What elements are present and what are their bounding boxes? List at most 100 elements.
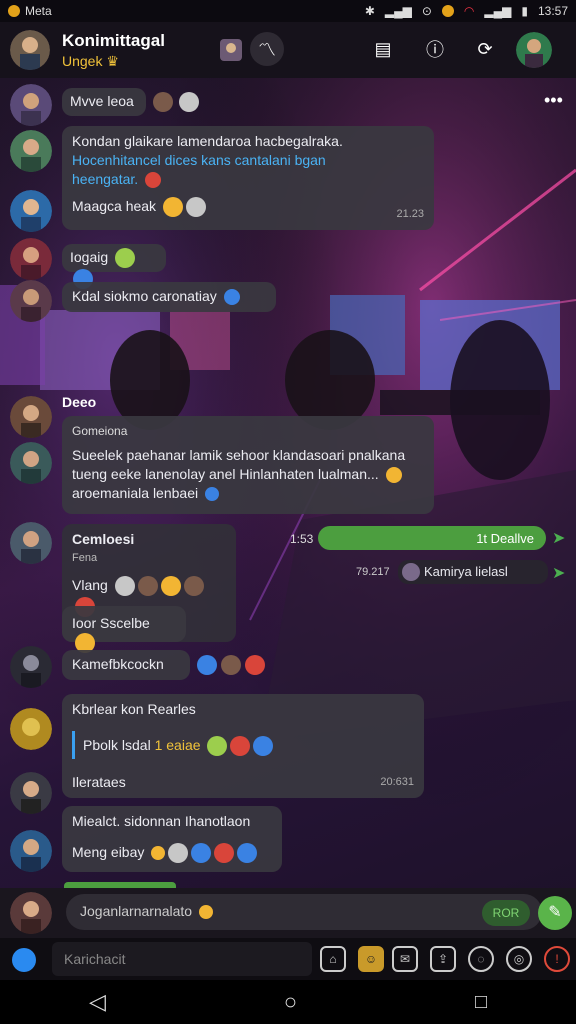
message-bubble[interactable]: Kondan glaikare lamendaroa hacbegalraka.… (62, 126, 434, 230)
reaction-icon[interactable] (179, 92, 199, 112)
message-input[interactable]: Joganlarnarnalato (66, 894, 542, 930)
reaction-icon[interactable] (153, 92, 173, 112)
bluetooth-icon: ✱ (364, 4, 375, 18)
reaction-icon[interactable] (197, 655, 217, 675)
emoji-icon (145, 172, 162, 189)
message-link[interactable]: Hocenhitancel dices kans cantalani bgan (72, 151, 424, 170)
message-text: Kondan glaikare lamendaroa hacbegalraka. (72, 133, 343, 149)
emoji-icon (385, 467, 402, 484)
alert-icon[interactable]: ! (544, 946, 570, 972)
my-avatar[interactable] (10, 892, 52, 934)
emoji-icon (230, 736, 251, 757)
reaction-icon[interactable] (245, 655, 265, 675)
message-subtitle: Fena (72, 552, 98, 564)
emoji-icon (162, 197, 183, 218)
chat-title[interactable]: Konimittagal (62, 31, 165, 51)
carrier-label: Meta (25, 4, 52, 18)
sender-avatar[interactable] (10, 772, 52, 814)
message-bubble[interactable]: Kdal siokmo caronatiay (62, 282, 276, 312)
sender-avatar[interactable] (10, 280, 52, 322)
reaction-icon[interactable] (221, 655, 241, 675)
user-avatar[interactable] (516, 32, 552, 68)
message-bubble[interactable]: Mvve leoa (62, 88, 146, 116)
gallery-icon[interactable]: ✉ (392, 946, 418, 972)
emoji-icon (168, 843, 189, 864)
message-time: 1:53 (290, 532, 314, 546)
crown-icon: ♛ (106, 52, 119, 69)
refresh-icon[interactable]: ⟳ (468, 32, 502, 66)
chat-header: Konimittagal Ungek ♛ 〽 ▤ ⓘ ⟳ (0, 22, 576, 78)
message-bubble[interactable]: Gomeiona Sueelek paehanar lamik sehoor k… (62, 416, 434, 514)
message-bubble[interactable]: Iogaig (62, 244, 166, 289)
send-button[interactable]: ✎ (538, 896, 572, 930)
voice-chat-icon[interactable]: 〽 (250, 32, 284, 66)
settings-icon[interactable]: ◎ (506, 946, 532, 972)
share-icon[interactable]: ⇪ (430, 946, 456, 972)
message-time: 20:631 (380, 776, 414, 788)
sender-avatar[interactable] (10, 830, 52, 872)
emoji-icon (183, 576, 204, 597)
search-input[interactable]: Karichacit (52, 942, 312, 976)
sender-avatar[interactable] (10, 130, 52, 172)
sender-avatar[interactable] (10, 190, 52, 232)
sender-avatar[interactable] (10, 646, 52, 688)
pinned-thumbnail[interactable] (220, 39, 242, 61)
group-avatar[interactable] (10, 30, 50, 70)
sender-avatar[interactable] (10, 708, 52, 750)
sent-check-icon: ➤ (552, 565, 566, 582)
chat-icon[interactable]: ◌ (468, 946, 494, 972)
message-bubble[interactable]: Kamefbkcockn (62, 650, 190, 680)
message-time: 79.217 (356, 566, 390, 578)
more-options-icon[interactable]: ••• (544, 90, 563, 111)
reply-chip[interactable]: Kamirya lielasl (398, 560, 548, 584)
cell-signal-icon: ▂▄▆ (484, 4, 512, 18)
info-icon[interactable]: ⓘ (418, 32, 452, 66)
emoji-icon (237, 843, 258, 864)
emoji-icon (114, 576, 135, 597)
reply-avatar (402, 563, 420, 581)
message-text: tueng eeke lanenolay anel Hinlanhaten lu… (72, 466, 379, 482)
sender-avatar[interactable] (10, 396, 52, 438)
home-icon[interactable]: ⌂ (320, 946, 346, 972)
battery-icon: ▮ (521, 4, 528, 18)
sender-avatar[interactable] (10, 522, 52, 564)
app-icon (8, 5, 20, 17)
home-button-icon[interactable]: ○ (284, 989, 297, 1015)
signal-icon: ▂▄▆ (384, 4, 412, 18)
sender-avatar[interactable] (10, 84, 52, 126)
system-navigation-bar: ◁ ○ □ (0, 980, 576, 1024)
sender-avatar[interactable] (10, 238, 52, 280)
clock: 13:57 (537, 4, 568, 18)
bottom-toolbar: Karichacit ⌂ ☺ ✉ ⇪ ◌ ◎ ! (0, 938, 576, 980)
menu-icon[interactable]: ▤ (366, 32, 400, 66)
message-text: Sueelek paehanar lamik sehoor klandasoar… (72, 447, 406, 463)
emoji-icon (115, 248, 136, 269)
sender-name[interactable]: Deeo (62, 394, 96, 410)
message-bubble[interactable]: Miealct. sidonnan Ihanotlaon Meng eibay (62, 806, 282, 872)
message-subtitle: Gomeiona (72, 424, 128, 438)
message-time: 21.23 (396, 208, 424, 220)
sender-name[interactable]: Cemloesi (72, 530, 226, 549)
sticker-icon[interactable]: ☺ (358, 946, 384, 972)
emoji-icon (204, 487, 219, 502)
message-link[interactable]: heengatar. (72, 171, 138, 187)
emoji-icon (191, 843, 212, 864)
compose-bar: Joganlarnarnalato ROR ✎ (0, 888, 576, 938)
quoted-message[interactable]: Pbolk lsdal 1 eaiae (72, 731, 414, 759)
message-bubble[interactable]: Ioor Sscelbe (62, 606, 186, 654)
send-option-button[interactable]: ROR (482, 900, 530, 926)
emoji-icon (137, 576, 158, 597)
message-text: aroemaniala lenbaei (72, 485, 199, 501)
back-icon[interactable]: ◁ (89, 989, 106, 1015)
message-bubble[interactable]: Kbrlear kon Rearles Pbolk lsdal 1 eaiae … (62, 694, 424, 798)
emoji-icon (151, 846, 166, 861)
emoji-icon (198, 905, 213, 920)
outgoing-message[interactable]: 1t Deallve (318, 526, 546, 550)
sender-avatar[interactable] (10, 442, 52, 484)
assistant-icon[interactable] (12, 948, 36, 972)
emoji-icon (160, 576, 181, 597)
notification-icon (441, 5, 454, 17)
status-bar: Meta ✱ ▂▄▆ ⊙ ◠ ▂▄▆ ▮ 13:57 (0, 0, 576, 22)
emoji-icon (214, 843, 235, 864)
recents-icon[interactable]: □ (475, 991, 487, 1014)
